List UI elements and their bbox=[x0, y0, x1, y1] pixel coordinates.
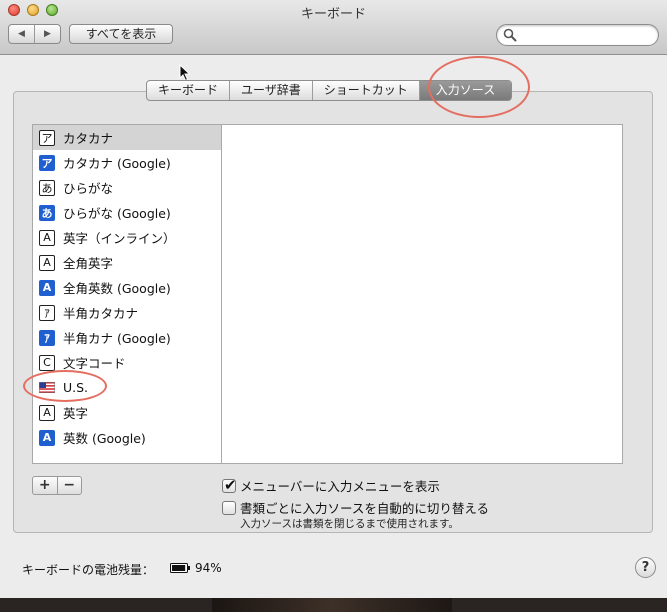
input-source-label: 全角英数 (Google) bbox=[63, 281, 171, 296]
input-source-label: 半角カナ (Google) bbox=[63, 331, 171, 346]
fullwidth-alphanumeric-google-icon: A bbox=[39, 279, 55, 296]
fullwidth-alphanumeric-icon: A bbox=[39, 254, 55, 271]
input-source-list[interactable]: アカタカナアカタカナ (Google) あひらがなあひらがな (Google) A 英… bbox=[32, 124, 222, 464]
input-source-label: 英字 bbox=[63, 406, 89, 421]
input-source-label: 文字コード bbox=[63, 356, 126, 371]
hiragana-google-icon: あ bbox=[39, 204, 55, 221]
show-input-menu-label: メニューバーに入力メニューを表示 bbox=[240, 479, 440, 494]
input-source-label: 全角英字 bbox=[63, 256, 114, 271]
halfwidth-kana-google-icon: ｱ bbox=[39, 329, 55, 346]
alphanumeric-google-icon: A bbox=[39, 429, 55, 446]
auto-switch-label: 書類ごとに入力ソースを自動的に切り替える bbox=[240, 501, 490, 516]
input-source-item[interactable]: A 英字 bbox=[33, 400, 221, 425]
battery-level-label: キーボードの電池残量： bbox=[22, 563, 155, 577]
window-title: キーボード bbox=[300, 7, 366, 22]
remove-input-source-button[interactable]: − bbox=[56, 477, 82, 494]
battery-percent: 94% bbox=[195, 561, 222, 575]
search-input[interactable] bbox=[496, 24, 659, 46]
help-button[interactable]: ? bbox=[635, 557, 656, 578]
show-all-button[interactable]: すべてを表示 bbox=[69, 24, 173, 44]
katakana-icon: ア bbox=[39, 129, 55, 146]
input-source-label: U.S. bbox=[63, 380, 89, 395]
hiragana-icon: あ bbox=[39, 179, 55, 196]
back-forward-buttons: ◀ ▶ bbox=[8, 24, 61, 44]
forward-button[interactable]: ▶ bbox=[34, 25, 60, 43]
input-source-item[interactable]: U.S. bbox=[33, 375, 221, 400]
add-remove-buttons: + − bbox=[32, 476, 82, 495]
tab-user-dictionary[interactable]: ユーザ辞書 bbox=[229, 81, 312, 100]
search-icon bbox=[503, 28, 517, 42]
show-input-menu-checkbox[interactable]: ✔ bbox=[222, 475, 237, 494]
battery-icon bbox=[170, 563, 190, 573]
tab-input-sources[interactable]: 入力ソース bbox=[418, 81, 512, 100]
back-button[interactable]: ◀ bbox=[9, 25, 34, 43]
input-source-item[interactable]: あひらがな bbox=[33, 175, 221, 200]
input-source-item[interactable]: A 全角英字 bbox=[33, 250, 221, 275]
add-input-source-button[interactable]: + bbox=[33, 477, 57, 494]
input-source-item[interactable]: アカタカナ bbox=[33, 125, 221, 150]
input-source-item[interactable]: A 英字（インライン） bbox=[33, 225, 221, 250]
auto-switch-checkbox[interactable] bbox=[222, 500, 236, 515]
character-code-icon: C bbox=[39, 354, 55, 371]
auto-switch-note: 入力ソースは書類を閉じるまで使用されます。 bbox=[240, 518, 459, 530]
alphanumeric-icon: A bbox=[39, 404, 55, 421]
title-bar: キーボード ◀ ▶ すべてを表示 bbox=[0, 0, 667, 55]
input-source-label: 半角カタカナ bbox=[63, 306, 139, 321]
us-flag-icon bbox=[39, 382, 55, 393]
alphanumeric-inline-icon: A bbox=[39, 229, 55, 246]
input-source-label: ひらがな (Google) bbox=[63, 206, 171, 221]
preference-tabs: キーボード ユーザ辞書 ショートカット 入力ソース bbox=[146, 80, 513, 101]
battery-fill bbox=[172, 565, 186, 571]
input-source-item[interactable]: C 文字コード bbox=[33, 350, 221, 375]
input-source-item[interactable]: アカタカナ (Google) bbox=[33, 150, 221, 175]
input-source-label: カタカナ (Google) bbox=[63, 156, 171, 171]
input-source-item[interactable]: A 全角英数 (Google) bbox=[33, 275, 221, 300]
tab-shortcuts[interactable]: ショートカット bbox=[311, 81, 419, 100]
input-source-label: 英数 (Google) bbox=[63, 431, 146, 446]
input-source-item[interactable]: ｱ 半角カタカナ bbox=[33, 300, 221, 325]
input-source-item[interactable]: あひらがな (Google) bbox=[33, 200, 221, 225]
show-input-menu-option[interactable]: ✔ メニューバーに入力メニューを表示 bbox=[222, 476, 440, 495]
input-source-item[interactable]: A 英数 (Google) bbox=[33, 425, 221, 450]
input-source-label: ひらがな bbox=[63, 181, 114, 196]
keyboard-preferences-window: キーボード ◀ ▶ すべてを表示 キーボード ユーザ辞書 ショートカット 入力ソ… bbox=[0, 0, 667, 598]
checkmark-icon: ✔ bbox=[224, 475, 237, 494]
halfwidth-katakana-icon: ｱ bbox=[39, 304, 55, 321]
input-source-label: カタカナ bbox=[63, 131, 114, 146]
katakana-google-icon: ア bbox=[39, 154, 55, 171]
tab-keyboard[interactable]: キーボード bbox=[147, 81, 229, 100]
input-source-item[interactable]: ｱ 半角カナ (Google) bbox=[33, 325, 221, 350]
desktop-background bbox=[212, 598, 452, 612]
input-source-label: 英字（インライン） bbox=[63, 231, 176, 246]
forward-arrow-icon: ▶ bbox=[44, 29, 51, 39]
back-arrow-icon: ◀ bbox=[18, 29, 25, 39]
input-source-detail bbox=[221, 124, 623, 464]
auto-switch-option[interactable]: 書類ごとに入力ソースを自動的に切り替える bbox=[222, 498, 489, 517]
